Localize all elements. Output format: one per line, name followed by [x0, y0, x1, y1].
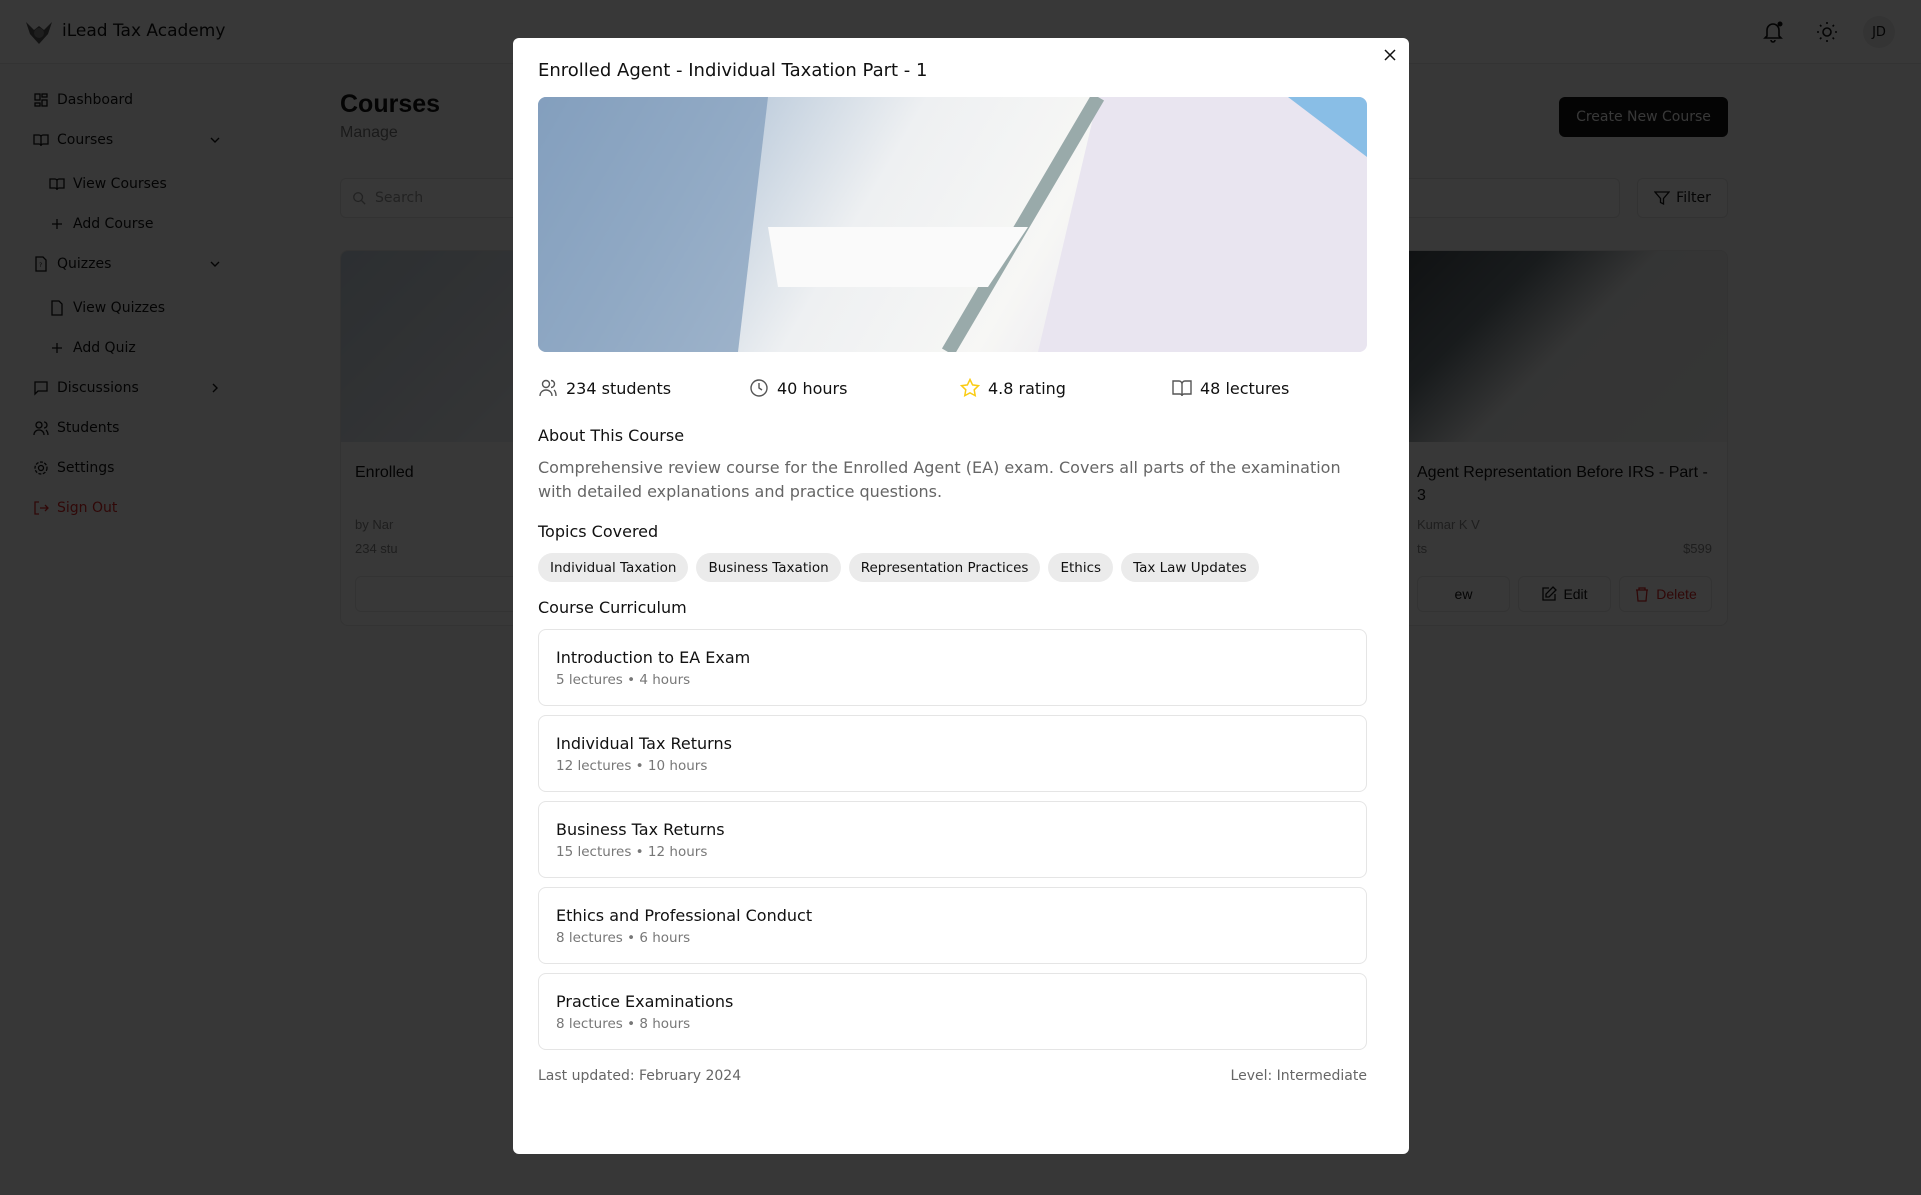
sidebar-item-students[interactable]: Students [33, 417, 223, 439]
brand-name: iLead Tax Academy [62, 21, 226, 41]
course-level: Level: Intermediate [1230, 1068, 1367, 1084]
about-heading: About This Course [538, 426, 685, 445]
sidebar-item-sign-out[interactable]: Sign Out [33, 497, 223, 519]
view-button[interactable]: ew [1417, 576, 1510, 612]
gear-icon [34, 461, 48, 475]
users-icon [33, 421, 49, 436]
curriculum-item[interactable]: Practice Examinations 8 lectures • 8 hour… [538, 973, 1367, 1050]
star-icon [960, 378, 980, 397]
plus-icon [52, 219, 62, 229]
last-updated: Last updated: February 2024 [538, 1068, 742, 1084]
book-icon [1172, 380, 1192, 397]
delete-button[interactable]: Delete [1619, 576, 1712, 612]
topic-chip: Individual Taxation [538, 553, 689, 582]
theme-toggle-sun-icon[interactable] [1815, 20, 1839, 44]
hours-stat: 40 hours [749, 378, 847, 398]
page-title: Courses [340, 90, 441, 118]
chevron-down-icon [210, 137, 220, 143]
course-image [538, 97, 1367, 352]
curriculum-item[interactable]: Individual Tax Returns 12 lectures • 10 h… [538, 715, 1367, 792]
price: $599 [1683, 541, 1712, 556]
curriculum-item[interactable]: Business Tax Returns 15 lectures • 12 hou… [538, 801, 1367, 878]
trash-icon [1636, 587, 1649, 602]
rating-stat: 4.8 rating [960, 378, 1066, 398]
book-icon [33, 134, 49, 147]
sign-out-icon [34, 501, 49, 515]
sidebar-item-add-course[interactable]: Add Course [49, 213, 239, 235]
sidebar-item-add-quiz[interactable]: Add Quiz [49, 337, 239, 359]
topic-chip: Ethics [1048, 553, 1114, 582]
quiz-icon [51, 300, 63, 316]
create-new-course-button[interactable]: Create New Course [1559, 97, 1728, 137]
users-icon [539, 379, 557, 397]
sidebar-item-view-courses[interactable]: View Courses [49, 173, 239, 195]
chevron-right-icon [212, 383, 218, 393]
topics-heading: Topics Covered [538, 522, 659, 541]
svg-text:?: ? [39, 262, 42, 269]
sidebar-item-quizzes[interactable]: ? Quizzes [33, 253, 223, 275]
close-icon[interactable] [1382, 47, 1398, 63]
plus-icon [52, 343, 62, 353]
page-subtitle: Manage [340, 124, 398, 141]
dashboard-icon [34, 93, 48, 107]
filter-icon [1654, 191, 1671, 206]
lectures-stat: 48 lectures [1172, 378, 1289, 398]
filter-button[interactable]: Filter [1637, 178, 1728, 218]
course-details-modal: Enrolled Agent - Individual Taxation Par… [513, 38, 1409, 1154]
chat-icon [34, 381, 48, 396]
topic-chip: Representation Practices [848, 553, 1041, 582]
avatar[interactable]: JD [1863, 16, 1895, 48]
sidebar-item-settings[interactable]: Settings [33, 457, 223, 479]
bell-icon[interactable] [1761, 20, 1785, 44]
curriculum-item[interactable]: Introduction to EA Exam 5 lectures • 4 ho… [538, 629, 1367, 706]
sidebar-item-courses[interactable]: Courses [33, 129, 223, 151]
logo-icon [26, 22, 52, 44]
search-icon [353, 192, 366, 205]
modal-title: Enrolled Agent - Individual Taxation Par… [538, 60, 928, 81]
quiz-icon: ? [35, 256, 47, 272]
students-stat: 234 students [538, 378, 671, 398]
edit-icon [1542, 586, 1558, 601]
topic-chip: Tax Law Updates [1121, 553, 1259, 582]
curriculum-item[interactable]: Ethics and Professional Conduct 8 lecture… [538, 887, 1367, 964]
sidebar-item-view-quizzes[interactable]: View Quizzes [49, 297, 239, 319]
course-description: Comprehensive review course for the Enro… [538, 458, 1341, 501]
book-icon [49, 178, 65, 191]
chevron-down-icon [210, 261, 220, 267]
clock-icon [750, 379, 768, 397]
topics-list: Individual Taxation Business Taxation Re… [538, 553, 1259, 582]
edit-button[interactable]: Edit [1518, 576, 1611, 612]
curriculum-heading: Course Curriculum [538, 598, 687, 617]
topic-chip: Business Taxation [696, 553, 841, 582]
sidebar-item-discussions[interactable]: Discussions [33, 377, 223, 399]
sidebar-item-dashboard[interactable]: Dashboard [33, 89, 223, 111]
